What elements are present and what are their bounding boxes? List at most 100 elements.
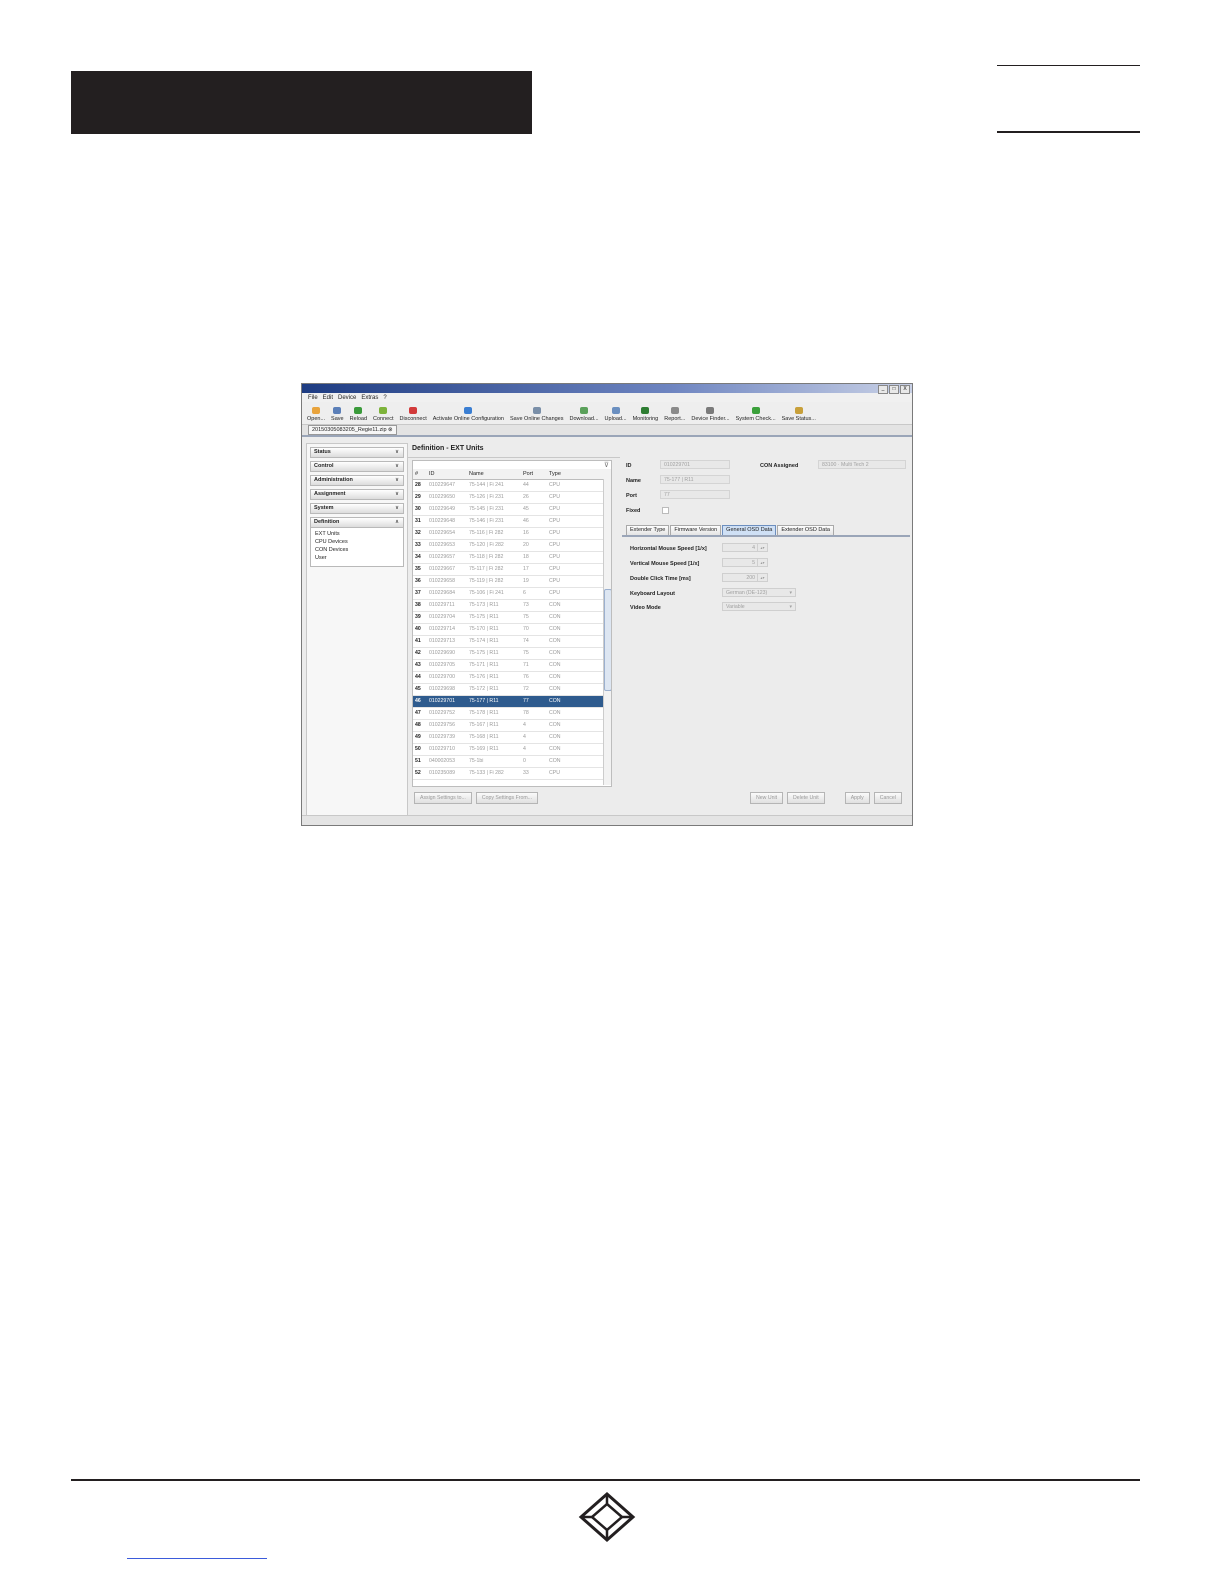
table-row[interactable]: 31 010229648 75-146 | Fi 231 46 CPU: [413, 516, 611, 528]
spinner-arrows-icon[interactable]: ▴▾: [757, 559, 767, 566]
table-row[interactable]: 45 010229698 75-172 | R11 72 CON: [413, 684, 611, 696]
toolbar-button[interactable]: Report...: [664, 407, 685, 424]
table-row[interactable]: 46 010229701 75-177 | R11 77 CON: [413, 696, 611, 708]
table-cell: 75-119 | Fi 282: [469, 578, 504, 584]
table-row[interactable]: 49 010229739 75-168 | R11 4 CON: [413, 732, 611, 744]
table-row[interactable]: 52 010235089 75-133 | Fi 282 33 CPU: [413, 768, 611, 780]
keyboard-layout-select[interactable]: German (DE-123) ▾: [722, 588, 796, 597]
table-row[interactable]: 41 010229713 75-174 | R11 74 CON: [413, 636, 611, 648]
table-cell: CON: [549, 662, 561, 668]
column-header[interactable]: #: [413, 469, 427, 479]
table-row[interactable]: 33 010229653 75-120 | Fi 282 20 CPU: [413, 540, 611, 552]
table-cell: 42: [415, 650, 421, 656]
toolbar-button[interactable]: Monitoring: [633, 407, 658, 424]
new-unit-button[interactable]: New Unit: [750, 792, 784, 804]
toolbar-button[interactable]: Activate Online Configuration: [433, 407, 504, 424]
v-mouse-spinner[interactable]: 5 ▴▾: [722, 558, 768, 567]
table-cell: 33: [523, 770, 529, 776]
menu-item[interactable]: Extras: [361, 395, 378, 401]
table-cell: 75-170 | R11: [469, 626, 499, 632]
table-cell: 36: [415, 578, 421, 584]
table-row[interactable]: 47 010229752 75-178 | R11 78 CON: [413, 708, 611, 720]
delete-unit-button[interactable]: Delete Unit: [787, 792, 825, 804]
sidebar-section[interactable]: Status ∨: [310, 447, 404, 458]
table-row[interactable]: 30 010229649 75-145 | Fi 231 45 CPU: [413, 504, 611, 516]
fixed-checkbox[interactable]: [662, 507, 669, 514]
table-row[interactable]: 38 010229711 75-173 | R11 73 CON: [413, 600, 611, 612]
sidebar-section[interactable]: Definition ∧: [310, 517, 404, 528]
toolbar-button[interactable]: Upload...: [605, 407, 627, 424]
scroll-thumb[interactable]: [604, 589, 611, 691]
table-row[interactable]: 37 010229684 75-106 | Fi 241 6 CPU: [413, 588, 611, 600]
sidebar-item[interactable]: User: [315, 554, 399, 562]
menu-item[interactable]: File: [308, 395, 318, 401]
assign-settings-button[interactable]: Assign Settings to...: [414, 792, 472, 804]
toolbar-button[interactable]: Open...: [307, 407, 325, 424]
sidebar-item[interactable]: EXT Units: [315, 530, 399, 538]
toolbar-button[interactable]: Connect: [373, 407, 394, 424]
toolbar-button[interactable]: Save Online Changes: [510, 407, 564, 424]
sidebar-item[interactable]: CON Devices: [315, 546, 399, 554]
table-row[interactable]: 40 010229714 75-170 | R11 70 CON: [413, 624, 611, 636]
table-cell: 0: [523, 758, 526, 764]
spinner-arrows-icon[interactable]: ▴▾: [757, 544, 767, 551]
name-field[interactable]: 75-177 | R11: [660, 475, 730, 484]
minimize-icon[interactable]: _: [878, 385, 888, 394]
toolbar-button[interactable]: Download...: [570, 407, 599, 424]
footer-rule: [71, 1479, 1140, 1481]
table-cell: 75-172 | R11: [469, 686, 499, 692]
video-mode-select[interactable]: Variable ▾: [722, 602, 796, 611]
sidebar-item[interactable]: CPU Devices: [315, 538, 399, 546]
con-assigned-field[interactable]: 83100 · Multi Tech 2: [818, 460, 906, 469]
h-mouse-spinner[interactable]: 4 ▴▾: [722, 543, 768, 552]
copy-settings-button[interactable]: Copy Settings From...: [475, 792, 539, 804]
table-row[interactable]: 34 010229657 75-118 | Fi 282 18 CPU: [413, 552, 611, 564]
close-icon[interactable]: X: [900, 385, 910, 394]
table-row[interactable]: 28 010229647 75-144 | Fi 241 44 CPU: [413, 480, 611, 492]
table-row[interactable]: 50 010229710 75-169 | R11 4 CON: [413, 744, 611, 756]
column-header[interactable]: ID: [427, 469, 467, 479]
toolbar-button[interactable]: System Check...: [736, 407, 776, 424]
cancel-button[interactable]: Cancel: [873, 792, 902, 804]
menu-item[interactable]: Edit: [323, 395, 333, 401]
sidebar-section[interactable]: Administration ∨: [310, 475, 404, 486]
table-cell: 45: [523, 506, 529, 512]
table-row[interactable]: 29 010229650 75-126 | Fi 231 26 CPU: [413, 492, 611, 504]
sidebar-section[interactable]: Control ∨: [310, 461, 404, 472]
table-cell: 75-120 | Fi 282: [469, 542, 504, 548]
table-row[interactable]: 36 010229658 75-119 | Fi 282 19 CPU: [413, 576, 611, 588]
footer-link-underline[interactable]: [127, 1558, 267, 1559]
double-click-spinner[interactable]: 200 ▴▾: [722, 573, 768, 582]
table-row[interactable]: 35 010229667 75-117 | Fi 282 17 CPU: [413, 564, 611, 576]
table-row[interactable]: 51 040002053 75-1bi 0 CON: [413, 756, 611, 768]
toolbar-button[interactable]: Reload: [350, 407, 367, 424]
table-cell: 38: [415, 602, 421, 608]
apply-button[interactable]: Apply: [844, 792, 870, 804]
table-row[interactable]: 43 010229705 75-171 | R11 71 CON: [413, 660, 611, 672]
maximize-icon[interactable]: □: [889, 385, 899, 394]
column-header[interactable]: Type: [547, 469, 609, 479]
menu-item[interactable]: ?: [383, 395, 386, 401]
port-field[interactable]: 77: [660, 490, 730, 499]
spinner-arrows-icon[interactable]: ▴▾: [757, 574, 767, 581]
table-row[interactable]: 39 010229704 75-175 | R11 75 CON: [413, 612, 611, 624]
save-online-icon: [532, 407, 541, 414]
toolbar-button[interactable]: Disconnect: [400, 407, 427, 424]
table-row[interactable]: 32 010229654 75-116 | Fi 282 16 CPU: [413, 528, 611, 540]
table-row[interactable]: 48 010229756 75-167 | R11 4 CON: [413, 720, 611, 732]
sidebar-section[interactable]: Assignment ∨: [310, 489, 404, 500]
document-tab[interactable]: 20150305083205_Regie11.zip ⊗: [308, 425, 397, 435]
table-cell: 4: [523, 722, 526, 728]
table-row[interactable]: 44 010229700 75-176 | R11 76 CON: [413, 672, 611, 684]
filter-icon[interactable]: ⊽: [604, 461, 609, 469]
menu-item[interactable]: Device: [338, 395, 356, 401]
toolbar-button[interactable]: Save Status...: [782, 407, 816, 424]
column-header[interactable]: Name: [467, 469, 521, 479]
toolbar-button[interactable]: Device Finder...: [691, 407, 730, 424]
toolbar-button[interactable]: Save: [331, 407, 344, 424]
id-field[interactable]: 010229701: [660, 460, 730, 469]
column-header[interactable]: Port: [521, 469, 547, 479]
table-row[interactable]: 42 010229690 75-175 | R11 75 CON: [413, 648, 611, 660]
table-scrollbar[interactable]: [603, 479, 611, 785]
sidebar-section[interactable]: System ∨: [310, 503, 404, 514]
